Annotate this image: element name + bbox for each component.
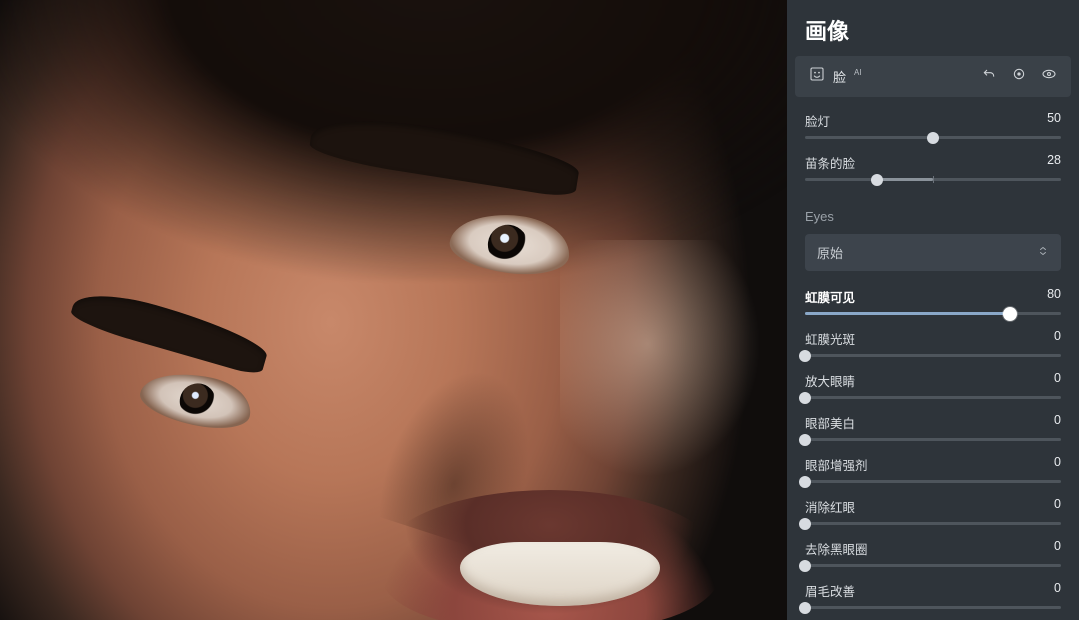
eyes-slider-3-track[interactable]	[805, 438, 1061, 441]
portrait-brow-right	[68, 283, 271, 377]
eyes-slider-1-thumb[interactable]	[799, 350, 811, 362]
eyes-slider-0-labels: 虹膜可见 80	[805, 287, 1061, 306]
eyes-slider-7-label: 眉毛改善	[805, 581, 855, 600]
eyes-slider-5-label: 消除红眼	[805, 497, 855, 516]
eyes-slider-3-labels: 眼部美白 0	[805, 413, 1061, 432]
eyes-slider-6-thumb[interactable]	[799, 560, 811, 572]
eyes-slider-2-value: 0	[1054, 371, 1061, 390]
face-slider-0-thumb[interactable]	[927, 132, 939, 144]
eyes-slider-2: 放大眼睛 0	[805, 371, 1061, 399]
eyes-slider-5-labels: 消除红眼 0	[805, 497, 1061, 516]
face-slider-0-value: 50	[1047, 111, 1061, 130]
eyes-slider-4-thumb[interactable]	[799, 476, 811, 488]
visibility-icon[interactable]	[1041, 66, 1057, 87]
eyes-slider-6-track[interactable]	[805, 564, 1061, 567]
face-slider-0-labels: 脸灯 50	[805, 111, 1061, 130]
eyes-preset-select[interactable]: 原始	[805, 234, 1061, 271]
eyes-slider-3-thumb[interactable]	[799, 434, 811, 446]
eyes-slider-6-labels: 去除黑眼圈 0	[805, 539, 1061, 558]
eyes-slider-4-value: 0	[1054, 455, 1061, 474]
panel-section-left: 脸 AI	[809, 66, 862, 87]
eyes-slider-3-label: 眼部美白	[805, 413, 855, 432]
eyes-slider-2-labels: 放大眼睛 0	[805, 371, 1061, 390]
eyes-slider-1-labels: 虹膜光斑 0	[805, 329, 1061, 348]
face-slider-1-label: 苗条的脸	[805, 153, 855, 172]
app-root: 画像 脸 AI 脸灯 50 苗条的脸 28	[0, 0, 1079, 620]
face-slider-1-labels: 苗条的脸 28	[805, 153, 1061, 172]
eyes-slider-0-thumb[interactable]	[1003, 307, 1017, 321]
eyes-slider-0: 虹膜可见 80	[805, 287, 1061, 315]
eyes-slider-4-labels: 眼部增强剂 0	[805, 455, 1061, 474]
face-slider-1-thumb[interactable]	[871, 174, 883, 186]
panel-section-label: 脸	[833, 67, 846, 86]
face-slider-0-track[interactable]	[805, 136, 1061, 139]
eyes-slider-7-thumb[interactable]	[799, 602, 811, 614]
eyes-slider-2-label: 放大眼睛	[805, 371, 855, 390]
eyes-slider-6-value: 0	[1054, 539, 1061, 558]
eyes-slider-1-label: 虹膜光斑	[805, 329, 855, 348]
eyes-slider-5-value: 0	[1054, 497, 1061, 516]
eyes-slider-0-value: 80	[1047, 287, 1061, 306]
mask-icon[interactable]	[1011, 66, 1027, 87]
eyes-slider-7: 眉毛改善 0	[805, 581, 1061, 609]
chevron-updown-icon	[1037, 245, 1049, 260]
face-slider-1-fill	[877, 178, 933, 181]
side-panel: 画像 脸 AI 脸灯 50 苗条的脸 28	[787, 0, 1079, 620]
eyes-slider-0-fill	[805, 312, 1010, 315]
eyes-slider-0-track[interactable]	[805, 312, 1061, 315]
eyes-slider-1-value: 0	[1054, 329, 1061, 348]
face-icon	[809, 66, 825, 87]
face-slider-0-label: 脸灯	[805, 111, 830, 130]
eyes-slider-1: 虹膜光斑 0	[805, 329, 1061, 357]
eyes-slider-5-thumb[interactable]	[799, 518, 811, 530]
eyes-slider-6-label: 去除黑眼圈	[805, 539, 868, 558]
eyes-slider-2-track[interactable]	[805, 396, 1061, 399]
panel-section-actions	[981, 66, 1057, 87]
eyes-slider-7-labels: 眉毛改善 0	[805, 581, 1061, 600]
eyes-slider-7-value: 0	[1054, 581, 1061, 600]
eyes-slider-0-label: 虹膜可见	[805, 287, 855, 306]
panel-section-badge: AI	[854, 68, 862, 77]
eyes-group-title: Eyes	[805, 209, 1061, 224]
eyes-group: Eyes 原始 虹膜可见 80 虹膜光斑 0 放大眼睛 0 眼部美白 0 眼部增强剂 0 消除红眼 0…	[787, 209, 1079, 620]
face-slider-0: 脸灯 50	[805, 111, 1061, 139]
slider-zero-mark	[933, 176, 934, 183]
eyes-slider-7-track[interactable]	[805, 606, 1061, 609]
undo-icon[interactable]	[981, 66, 997, 87]
eyes-preset-value: 原始	[817, 243, 843, 262]
eyes-slider-3: 眼部美白 0	[805, 413, 1061, 441]
face-slider-1-track[interactable]	[805, 178, 1061, 181]
face-slider-group: 脸灯 50 苗条的脸 28	[787, 111, 1079, 203]
portrait-cheek-highlight	[560, 240, 780, 500]
eyes-slider-3-value: 0	[1054, 413, 1061, 432]
face-slider-1: 苗条的脸 28	[805, 153, 1061, 181]
eyes-slider-4-track[interactable]	[805, 480, 1061, 483]
face-slider-1-value: 28	[1047, 153, 1061, 172]
panel-section-header[interactable]: 脸 AI	[795, 56, 1071, 97]
eyes-slider-4: 眼部增强剂 0	[805, 455, 1061, 483]
eyes-slider-2-thumb[interactable]	[799, 392, 811, 404]
eyes-slider-1-track[interactable]	[805, 354, 1061, 357]
panel-title: 画像	[787, 0, 1079, 56]
image-canvas[interactable]	[0, 0, 787, 620]
eyes-slider-5-track[interactable]	[805, 522, 1061, 525]
eyes-slider-4-label: 眼部增强剂	[805, 455, 868, 474]
eyes-slider-6: 去除黑眼圈 0	[805, 539, 1061, 567]
portrait-eye-right	[136, 364, 256, 436]
eyes-slider-5: 消除红眼 0	[805, 497, 1061, 525]
portrait-background	[0, 0, 787, 620]
